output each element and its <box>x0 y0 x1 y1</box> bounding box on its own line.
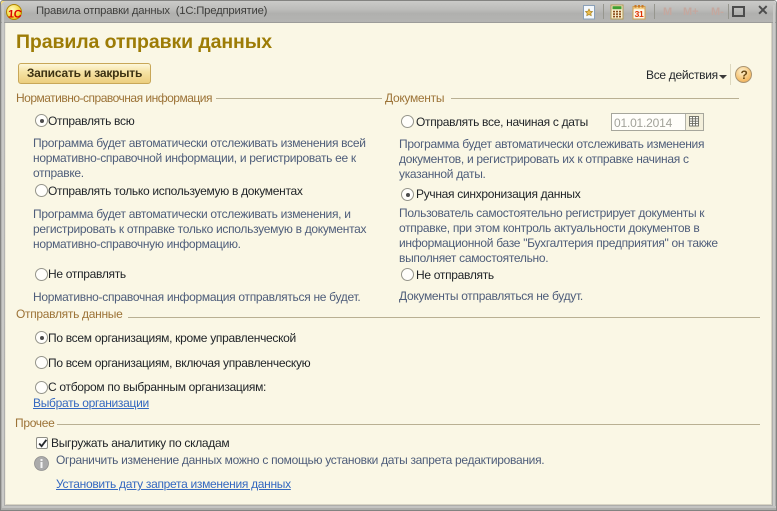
svg-text:1C: 1C <box>8 9 23 21</box>
svg-text:31: 31 <box>635 9 644 19</box>
